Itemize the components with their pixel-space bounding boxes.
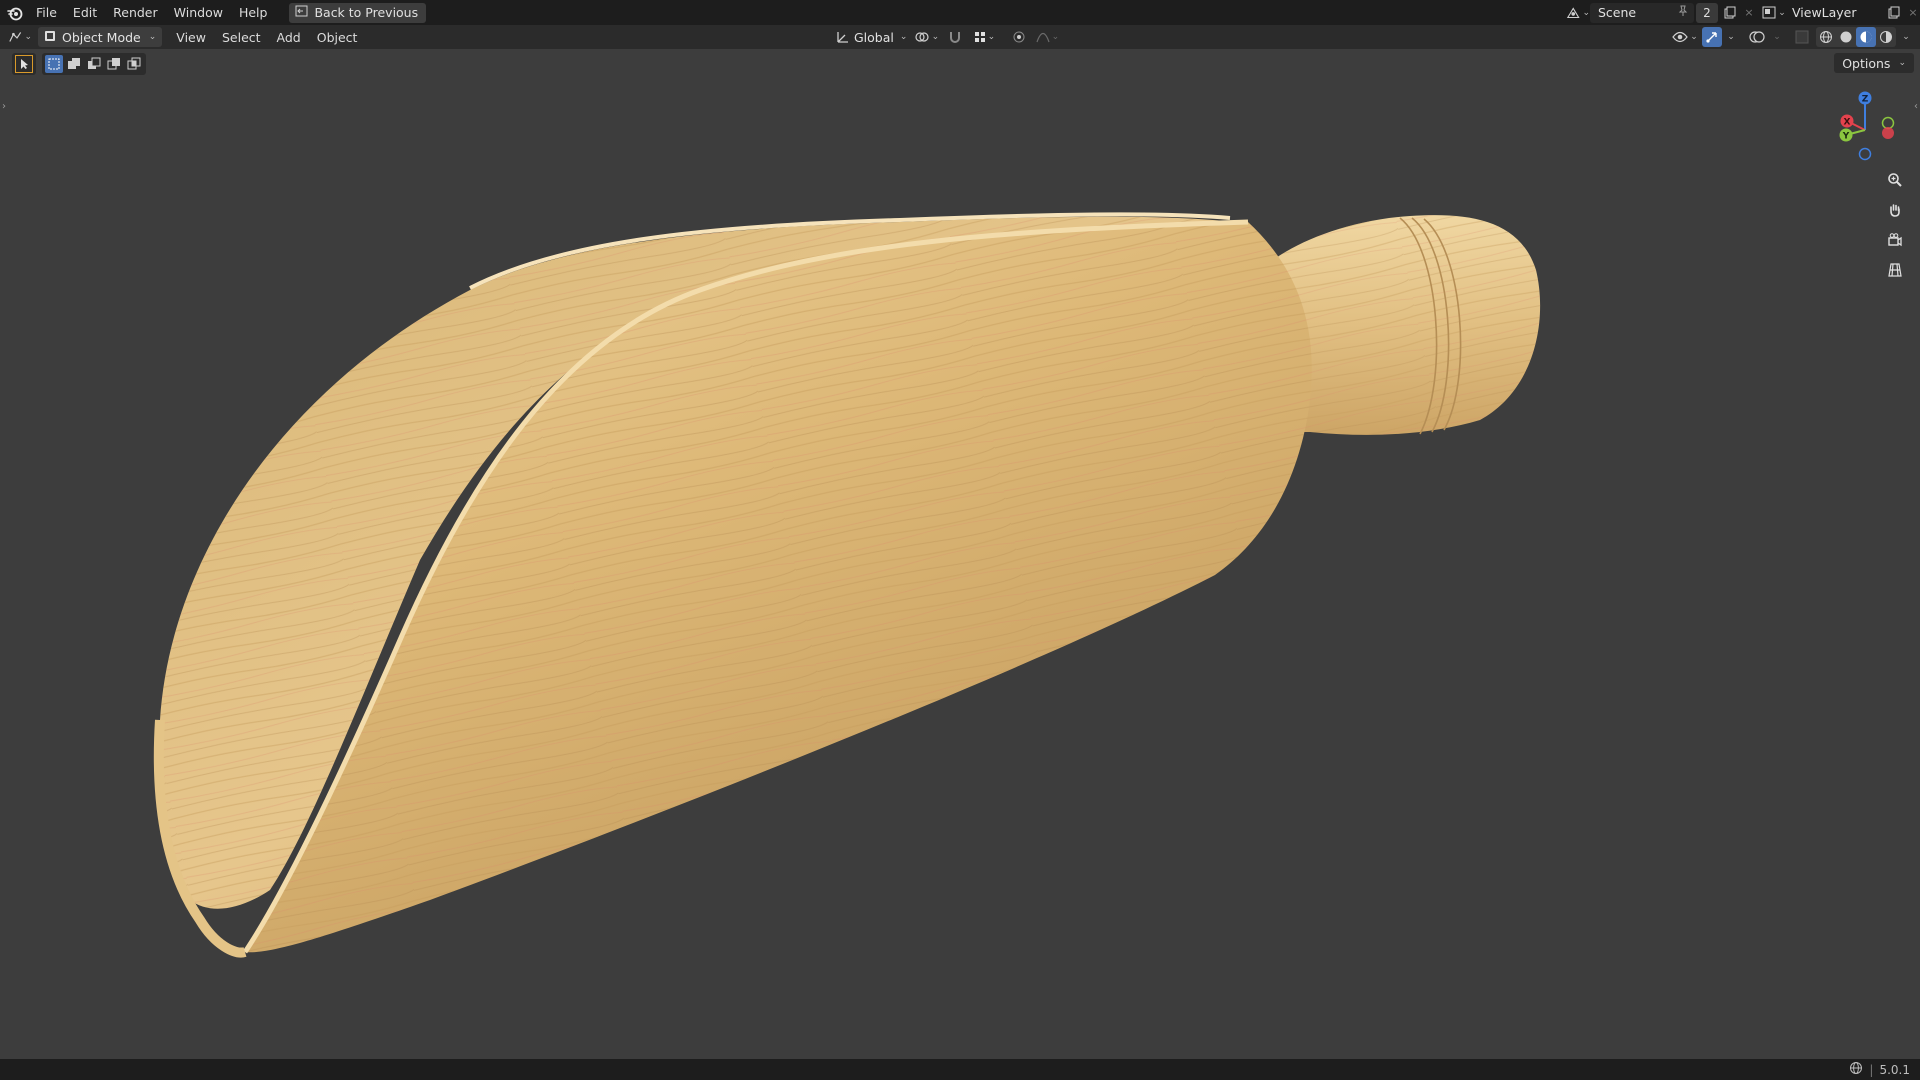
delete-view-layer-icon[interactable]: × [1906,3,1920,23]
select-extend-icon[interactable] [65,55,83,73]
transform-tools-group: Global ⌄ ⌄ ⌄ ⌄ [836,27,1061,47]
menu-file[interactable]: File [28,0,65,25]
top-bar: File Edit Render Window Help Back to Pre… [0,0,1920,25]
select-subtract-icon[interactable] [85,55,103,73]
toolbar-expand-arrow-icon[interactable]: › [2,101,6,112]
snap-toggle-icon[interactable] [945,27,965,47]
xray-toggle-icon[interactable] [1790,27,1814,47]
back-to-previous-label: Back to Previous [314,5,419,20]
view-layer-selector-icon[interactable]: ⌄ [1762,3,1786,23]
sidebar-expand-arrow-icon[interactable]: ‹ [1914,101,1918,112]
gizmo-neg-x-axis[interactable] [1882,127,1894,139]
select-invert-icon[interactable] [105,55,123,73]
menu-render[interactable]: Render [105,0,166,25]
network-globe-icon[interactable] [1849,1061,1863,1078]
transform-orientation-label: Global [854,29,894,45]
menu-select[interactable]: Select [214,30,269,45]
scene-name-field[interactable]: Scene [1590,2,1694,23]
shading-options-chevron-icon[interactable]: ⌄ [1898,27,1912,47]
scene-users-count[interactable]: 2 [1696,2,1718,23]
pan-hand-icon[interactable] [1882,197,1908,223]
3d-viewport[interactable]: Options ⌄ › ‹ Z X Y [0,49,1920,1059]
select-new-icon[interactable] [45,55,63,73]
gizmo-options-chevron-icon[interactable]: ⌄ [1724,27,1736,47]
object-mode-icon [44,30,56,45]
blender-version: 5.0.1 [1879,1062,1910,1077]
select-tool-icon[interactable] [15,55,33,73]
material-preview-shading-icon[interactable] [1856,27,1876,47]
pin-icon[interactable] [1678,5,1688,20]
solid-shading-icon[interactable] [1836,27,1856,47]
proportional-falloff-icon[interactable]: ⌄ [1033,27,1061,47]
status-divider: | [1869,1062,1874,1077]
options-dropdown[interactable]: Options ⌄ [1834,53,1914,73]
zoom-icon[interactable] [1882,167,1908,193]
new-scene-icon[interactable] [1718,3,1742,23]
scene-name: Scene [1598,5,1637,20]
overlays-options-chevron-icon[interactable]: ⌄ [1770,27,1782,47]
menu-window[interactable]: Window [166,0,231,25]
viewport-display-group: ⌄ ⌄ ⌄ ⌄ [1670,27,1912,47]
rendered-shading-icon[interactable] [1876,27,1896,47]
overlays-toggle-icon[interactable] [1746,27,1768,47]
perspective-toggle-icon[interactable] [1882,257,1908,283]
gizmo-y-label: Y [1842,132,1850,142]
wireframe-shading-icon[interactable] [1816,27,1836,47]
gizmo-z-label: Z [1862,95,1869,105]
select-intersect-icon[interactable] [125,55,143,73]
view-layer-name[interactable]: ViewLayer [1786,2,1882,23]
menu-add[interactable]: Add [269,30,309,45]
screen-back-icon [295,5,308,20]
shading-mode-group [1816,27,1896,47]
visibility-eye-icon[interactable]: ⌄ [1670,27,1700,47]
back-to-previous-button[interactable]: Back to Previous [289,2,427,23]
scene-selector-icon[interactable]: ⌄ [1566,3,1590,23]
gizmo-x-label: X [1844,118,1851,128]
gizmo-toggle-icon[interactable] [1702,27,1722,47]
tool-settings-row [12,53,146,75]
wooden-scoop-model[interactable] [0,49,1920,1059]
editor-type-icon[interactable]: ⌄ [8,27,32,47]
chevron-down-icon: ⌄ [148,32,157,42]
viewport-header: ⌄ Object Mode ⌄ View Select Add Object G… [0,25,1920,49]
gizmo-neg-z-axis[interactable] [1858,147,1872,161]
delete-scene-icon[interactable]: × [1742,3,1756,23]
chevron-down-icon: ⌄ [1898,58,1906,68]
proportional-editing-icon[interactable] [1009,27,1029,47]
pivot-point-icon[interactable]: ⌄ [911,27,941,47]
menu-object[interactable]: Object [309,30,366,45]
menu-view[interactable]: View [168,30,214,45]
status-bar: | 5.0.1 [0,1059,1920,1080]
menu-help[interactable]: Help [231,0,276,25]
mode-selector[interactable]: Object Mode ⌄ [38,27,163,47]
snap-target-icon[interactable]: ⌄ [969,27,999,47]
new-view-layer-icon[interactable] [1882,3,1906,23]
options-label: Options [1842,55,1891,71]
menu-edit[interactable]: Edit [65,0,105,25]
mode-label: Object Mode [62,29,141,45]
topbar-right-group: ⌄ Scene 2 × ⌄ ViewLayer × [1566,0,1920,25]
gizmo-neg-y-axis[interactable] [1881,116,1895,130]
blender-logo-icon[interactable] [2,0,28,25]
selection-mode-group [42,53,146,75]
transform-orientation-icon[interactable]: Global ⌄ [836,27,907,47]
camera-view-icon[interactable] [1882,227,1908,253]
navigation-gizmo[interactable]: Z X Y [1832,85,1902,165]
active-tool-box [12,53,36,75]
